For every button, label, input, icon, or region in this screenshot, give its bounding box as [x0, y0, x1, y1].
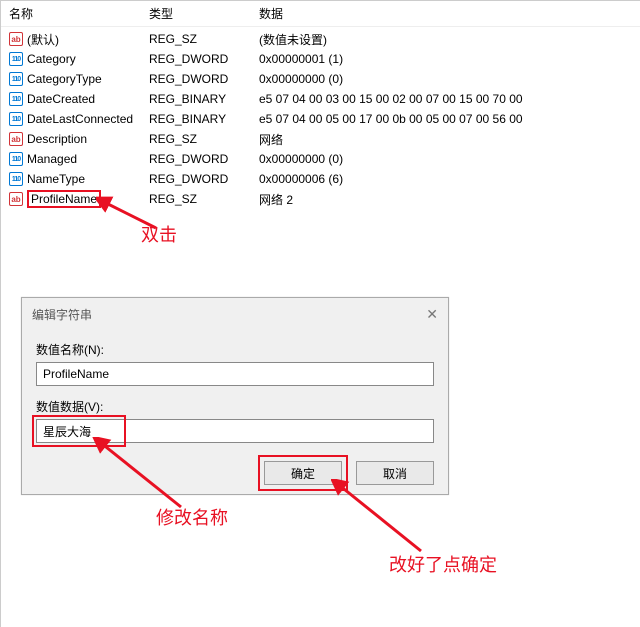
value-data: 网络 2	[259, 191, 640, 208]
reg-binary-icon: 110	[9, 52, 23, 66]
value-name: Category	[27, 52, 76, 66]
value-data: e5 07 04 00 03 00 15 00 02 00 07 00 15 0…	[259, 92, 640, 106]
reg-sz-icon: ab	[9, 32, 23, 46]
value-data: 网络	[259, 131, 640, 148]
registry-value-row[interactable]: ab Description REG_SZ网络	[1, 129, 640, 149]
header-name[interactable]: 名称	[9, 5, 149, 22]
value-type: REG_DWORD	[149, 72, 259, 86]
annotation-confirm: 改好了点确定	[389, 551, 497, 577]
value-type: REG_BINARY	[149, 92, 259, 106]
value-name: DateCreated	[27, 92, 95, 106]
annotation-rename: 修改名称	[156, 504, 228, 530]
registry-value-row[interactable]: 110 Category REG_DWORD0x00000001 (1)	[1, 49, 640, 69]
value-name-label: 数值名称(N):	[36, 341, 434, 358]
registry-value-row[interactable]: 110 NameType REG_DWORD0x00000006 (6)	[1, 169, 640, 189]
registry-value-row[interactable]: 110 DateCreated REG_BINARYe5 07 04 00 03 0…	[1, 89, 640, 109]
value-name: DateLastConnected	[27, 112, 133, 126]
value-data: e5 07 04 00 05 00 17 00 0b 00 05 00 07 0…	[259, 112, 640, 126]
registry-value-row[interactable]: 110 DateLastConnected REG_BINARYe5 07 04 0…	[1, 109, 640, 129]
value-type: REG_DWORD	[149, 52, 259, 66]
edit-string-dialog: 编辑字符串 ✕ 数值名称(N): 数值数据(V): 确定 取消	[21, 297, 449, 495]
value-type: REG_SZ	[149, 132, 259, 146]
reg-binary-icon: 110	[9, 92, 23, 106]
reg-binary-icon: 110	[9, 112, 23, 126]
value-data-label: 数值数据(V):	[36, 398, 434, 415]
dialog-title: 编辑字符串	[32, 306, 92, 323]
header-data[interactable]: 数据	[259, 5, 640, 22]
registry-value-row[interactable]: ab (默认) REG_SZ(数值未设置)	[1, 29, 640, 49]
registry-value-row[interactable]: 110 Managed REG_DWORD0x00000000 (0)	[1, 149, 640, 169]
registry-value-row[interactable]: 110 CategoryType REG_DWORD0x00000000 (0)	[1, 69, 640, 89]
value-name: Description	[27, 132, 87, 146]
reg-binary-icon: 110	[9, 152, 23, 166]
value-name: Managed	[27, 152, 77, 166]
value-data: (数值未设置)	[259, 31, 640, 48]
arrow-to-ok	[331, 479, 451, 559]
value-name: NameType	[27, 172, 85, 186]
reg-sz-icon: ab	[9, 132, 23, 146]
value-data: 0x00000000 (0)	[259, 72, 640, 86]
value-name: ProfileName	[27, 190, 101, 208]
annotation-doubleclick: 双击	[141, 221, 177, 247]
value-data: 0x00000000 (0)	[259, 152, 640, 166]
registry-value-list: ab(默认)REG_SZ(数值未设置)110CategoryREG_DWORD0…	[1, 27, 640, 209]
reg-binary-icon: 110	[9, 72, 23, 86]
reg-binary-icon: 110	[9, 172, 23, 186]
value-name-input[interactable]	[36, 362, 434, 386]
value-name: (默认)	[27, 31, 59, 48]
value-data: 0x00000006 (6)	[259, 172, 640, 186]
reg-sz-icon: ab	[9, 192, 23, 206]
value-type: REG_SZ	[149, 32, 259, 46]
value-type: REG_DWORD	[149, 172, 259, 186]
list-header: 名称 类型 数据	[1, 1, 640, 27]
value-type: REG_DWORD	[149, 152, 259, 166]
header-type[interactable]: 类型	[149, 5, 259, 22]
value-name: CategoryType	[27, 72, 102, 86]
close-icon[interactable]: ✕	[426, 306, 438, 323]
value-data: 0x00000001 (1)	[259, 52, 640, 66]
value-type: REG_BINARY	[149, 112, 259, 126]
